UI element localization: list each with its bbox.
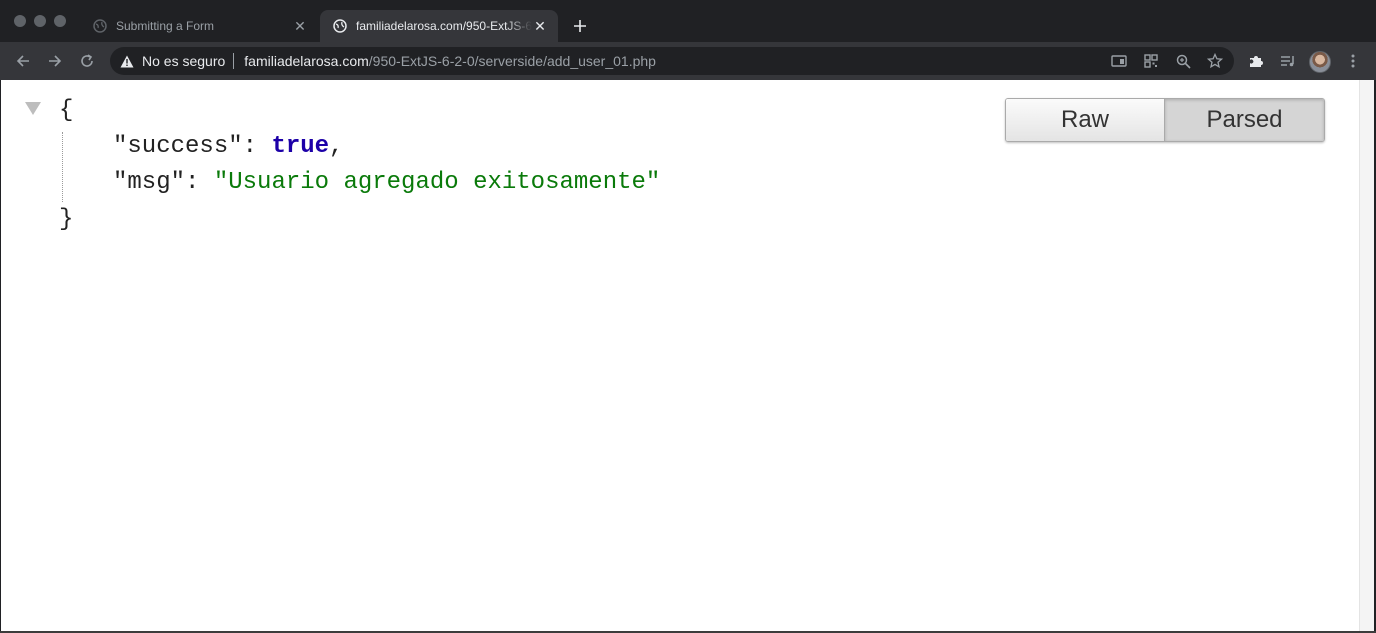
warning-icon[interactable] xyxy=(120,54,134,68)
close-icon[interactable]: ✕ xyxy=(292,18,308,34)
more-menu-icon[interactable] xyxy=(1343,51,1363,71)
bookmark-star-icon[interactable] xyxy=(1206,53,1224,69)
close-window-button[interactable] xyxy=(14,15,26,27)
json-key: "msg" xyxy=(113,169,186,196)
tab-add-user-php[interactable]: familiadelarosa.com/950-ExtJS-6-2-0/serv… xyxy=(320,10,558,42)
vertical-scrollbar[interactable] xyxy=(1359,80,1374,631)
security-status-label[interactable]: No es seguro xyxy=(142,53,225,69)
media-queue-icon[interactable] xyxy=(1278,51,1298,71)
globe-icon xyxy=(92,18,108,34)
browser-toolbar: No es seguro familiadelarosa.com/950-Ext… xyxy=(0,42,1376,80)
raw-button[interactable]: Raw xyxy=(1006,99,1165,141)
view-toggle: Raw Parsed xyxy=(1005,98,1325,142)
arrow-left-icon xyxy=(16,55,29,67)
new-tab-button[interactable] xyxy=(568,14,592,38)
address-bar[interactable]: No es seguro familiadelarosa.com/950-Ext… xyxy=(110,47,1234,75)
reload-icon xyxy=(81,54,93,67)
json-colon: : xyxy=(242,133,272,160)
globe-icon xyxy=(332,18,348,34)
json-entry-success: "success": true, xyxy=(113,133,343,160)
json-open-brace: { xyxy=(59,97,74,124)
json-comma: , xyxy=(329,133,344,160)
indent-guide xyxy=(62,132,63,202)
extensions-puzzle-icon[interactable] xyxy=(1246,51,1266,71)
collapse-toggle-icon[interactable] xyxy=(25,102,41,115)
tab-title: Submitting a Form xyxy=(116,19,215,33)
qr-code-icon[interactable] xyxy=(1142,53,1160,69)
forward-button[interactable] xyxy=(44,50,66,72)
parsed-button[interactable]: Parsed xyxy=(1165,99,1324,141)
arrow-right-icon xyxy=(49,55,62,67)
back-button[interactable] xyxy=(12,50,34,72)
reload-button[interactable] xyxy=(76,50,98,72)
maximize-window-button[interactable] xyxy=(54,15,66,27)
profile-avatar[interactable] xyxy=(1309,51,1331,73)
omnibox-divider xyxy=(233,53,235,69)
tab-strip: Submitting a Form ✕ familiadelarosa.com/… xyxy=(0,0,1376,42)
json-close-brace: } xyxy=(59,206,74,233)
plus-icon xyxy=(574,20,586,32)
minimize-window-button[interactable] xyxy=(34,15,46,27)
json-colon: : xyxy=(185,169,214,196)
url-path: /950-ExtJS-6-2-0/serverside/add_user_01.… xyxy=(368,53,656,69)
url-host: familiadelarosa.com xyxy=(244,53,369,69)
tab-title: familiadelarosa.com/950-ExtJS-6-2-0/serv… xyxy=(356,19,532,33)
tab-submitting-a-form[interactable]: Submitting a Form ✕ xyxy=(80,10,318,42)
page-content: { "success": true, "msg": "Usuario agreg… xyxy=(1,80,1359,631)
json-key: "success" xyxy=(113,133,243,160)
url-text[interactable]: familiadelarosa.com/950-ExtJS-6-2-0/serv… xyxy=(244,53,656,69)
json-value-string: "Usuario agregado exitosamente" xyxy=(213,169,661,196)
json-entry-msg: "msg": "Usuario agregado exitosamente" xyxy=(113,169,660,196)
cast-icon[interactable] xyxy=(1110,53,1128,69)
json-value-boolean: true xyxy=(271,133,330,160)
close-icon[interactable]: ✕ xyxy=(532,18,548,34)
zoom-icon[interactable] xyxy=(1174,53,1192,69)
